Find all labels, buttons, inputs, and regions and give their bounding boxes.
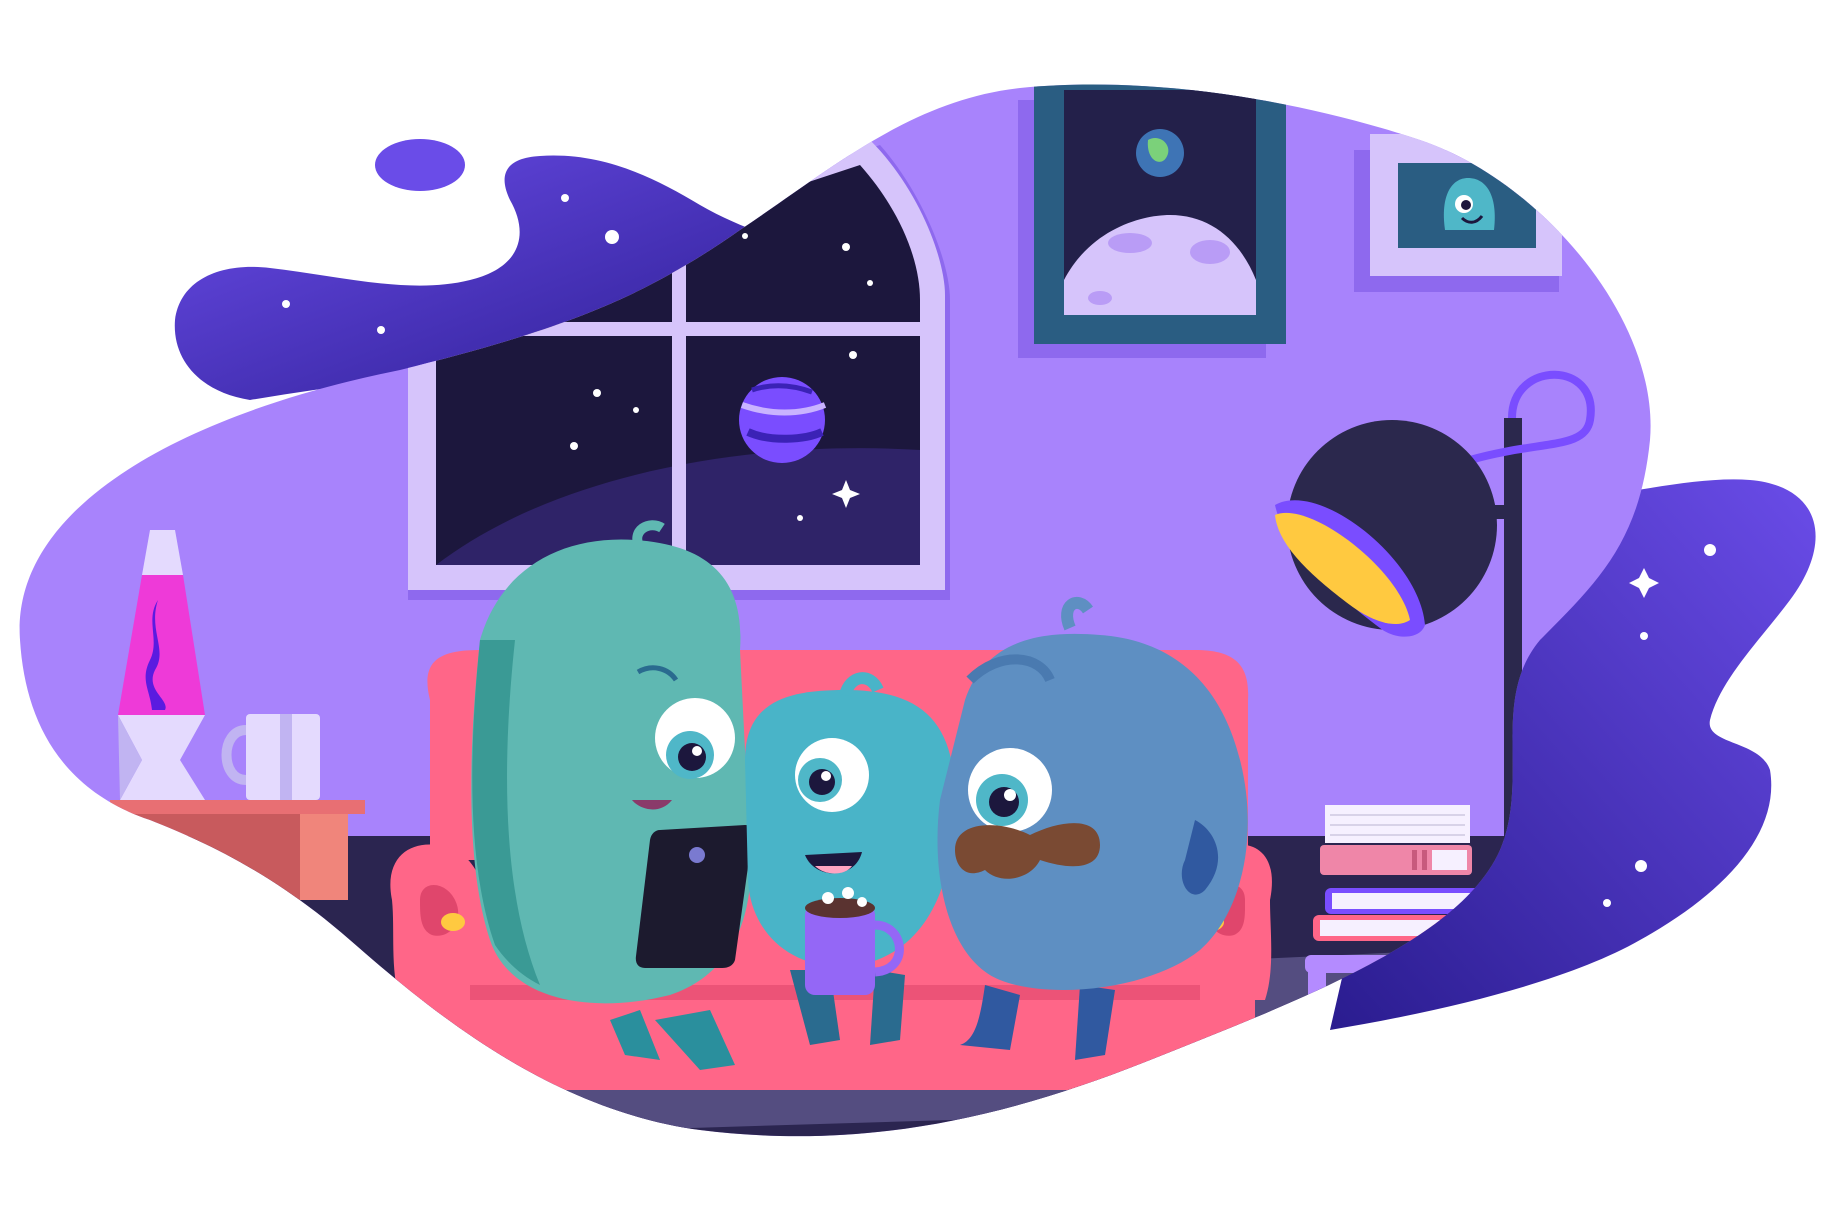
earth-icon bbox=[1136, 129, 1184, 177]
cozy-space-living-room-illustration bbox=[19, 84, 1816, 1137]
small-space-blob bbox=[375, 139, 465, 191]
window-planet bbox=[739, 377, 827, 463]
room bbox=[19, 84, 1651, 1137]
moon-poster bbox=[1018, 84, 1286, 358]
side-table bbox=[110, 800, 365, 900]
tablet bbox=[635, 825, 754, 968]
alien-picture-frame bbox=[1354, 134, 1562, 292]
